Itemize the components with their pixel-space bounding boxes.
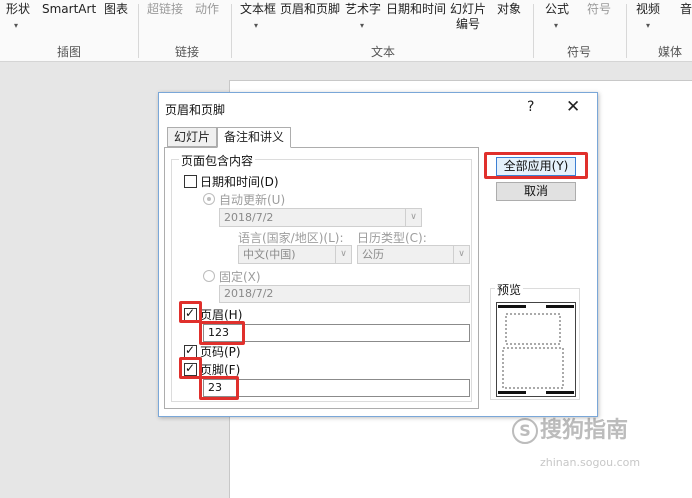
wordart-button[interactable]: 艺术字 xyxy=(345,2,381,17)
preview-layout-icon xyxy=(498,305,574,394)
object-button[interactable]: 对象 xyxy=(497,2,521,17)
datetime-button[interactable]: 日期和时间 xyxy=(386,2,446,17)
group-separator xyxy=(138,4,139,58)
watermark-url: zhinan.sogou.com xyxy=(540,456,641,469)
chevron-down-icon: ▾ xyxy=(360,21,365,30)
dialog-title: 页眉和页脚 xyxy=(165,103,226,117)
chart-button[interactable]: 图表 xyxy=(104,2,128,17)
calendar-type-select[interactable]: 公历 ∨ xyxy=(357,245,470,264)
chevron-down-icon: ▾ xyxy=(646,21,651,30)
header-text-input[interactable]: 123 xyxy=(203,324,470,342)
textbox-button[interactable]: 文本框 xyxy=(240,2,276,17)
include-fieldset-title: 页面包含内容 xyxy=(179,152,256,169)
chevron-down-icon: ∨ xyxy=(335,246,351,263)
sogou-logo-icon: S xyxy=(512,418,538,444)
cancel-button[interactable]: 取消 xyxy=(496,182,576,201)
tab-slides[interactable]: 幻灯片 xyxy=(167,127,218,147)
tab-notes-handouts[interactable]: 备注和讲义 xyxy=(217,127,292,148)
hyperlink-button[interactable]: 超链接 xyxy=(147,2,183,17)
language-label: 语言(国家/地区)(L): xyxy=(238,231,344,245)
shapes-button[interactable]: 形状 xyxy=(6,2,30,17)
header-checkbox[interactable] xyxy=(184,306,197,321)
footer-checkbox[interactable] xyxy=(184,361,197,376)
close-icon[interactable]: ✕ xyxy=(566,97,580,117)
help-button[interactable]: ? xyxy=(527,99,534,115)
fixed-date-radio[interactable] xyxy=(203,270,215,282)
group-label-illustrations: 插图 xyxy=(57,45,82,59)
group-separator xyxy=(231,4,232,58)
fixed-date-label: 固定(X) xyxy=(219,270,261,284)
auto-update-label: 自动更新(U) xyxy=(219,193,286,207)
ribbon: 形状 ▾ SmartArt 图表 超链接 动作 文本框 ▾ 页眉和页脚 艺术字 … xyxy=(0,0,692,62)
page-number-label: 页码(P) xyxy=(200,345,241,359)
auto-update-radio[interactable] xyxy=(203,193,215,205)
group-label-symbols: 符号 xyxy=(567,45,592,59)
apply-all-button[interactable]: 全部应用(Y) xyxy=(496,157,576,176)
action-button[interactable]: 动作 xyxy=(195,2,219,17)
auto-date-select[interactable]: 2018/7/2 ∨ xyxy=(219,208,422,227)
page-number-checkbox[interactable] xyxy=(184,343,197,358)
group-label-links: 链接 xyxy=(175,45,200,59)
symbol-button[interactable]: 符号 xyxy=(587,2,611,17)
group-label-media: 媒体 xyxy=(658,45,683,59)
chevron-down-icon: ▾ xyxy=(14,21,19,30)
group-separator xyxy=(533,4,534,58)
smartart-button[interactable]: SmartArt xyxy=(42,2,96,17)
group-separator xyxy=(626,4,627,58)
chevron-down-icon: ∨ xyxy=(453,246,469,263)
datetime-label: 日期和时间(D) xyxy=(200,175,279,189)
chevron-down-icon: ∨ xyxy=(405,209,421,226)
language-select[interactable]: 中文(中国) ∨ xyxy=(238,245,352,264)
footer-text-input[interactable]: 23 xyxy=(203,379,470,397)
header-label: 页眉(H) xyxy=(200,308,243,322)
header-footer-button[interactable]: 页眉和页脚 xyxy=(280,2,340,17)
header-footer-dialog: 页眉和页脚 ? ✕ 幻灯片 备注和讲义 页面包含内容 日期和时间(D) 自动更新… xyxy=(158,92,598,417)
chevron-down-icon: ▾ xyxy=(254,21,259,30)
calendar-type-label: 日历类型(C): xyxy=(357,231,427,245)
video-button[interactable]: 视频 xyxy=(636,2,660,17)
group-label-text: 文本 xyxy=(371,45,396,59)
slide-number-button[interactable]: 幻灯片 编号 xyxy=(450,2,486,32)
fixed-date-input[interactable]: 2018/7/2 xyxy=(219,285,470,303)
datetime-checkbox[interactable] xyxy=(184,175,197,188)
chevron-down-icon: ▾ xyxy=(554,21,559,30)
preview-label: 预览 xyxy=(495,281,524,298)
audio-button[interactable]: 音 xyxy=(680,2,692,17)
footer-label: 页脚(F) xyxy=(200,363,241,377)
preview-page xyxy=(496,302,576,397)
equation-button[interactable]: 公式 xyxy=(545,2,569,17)
